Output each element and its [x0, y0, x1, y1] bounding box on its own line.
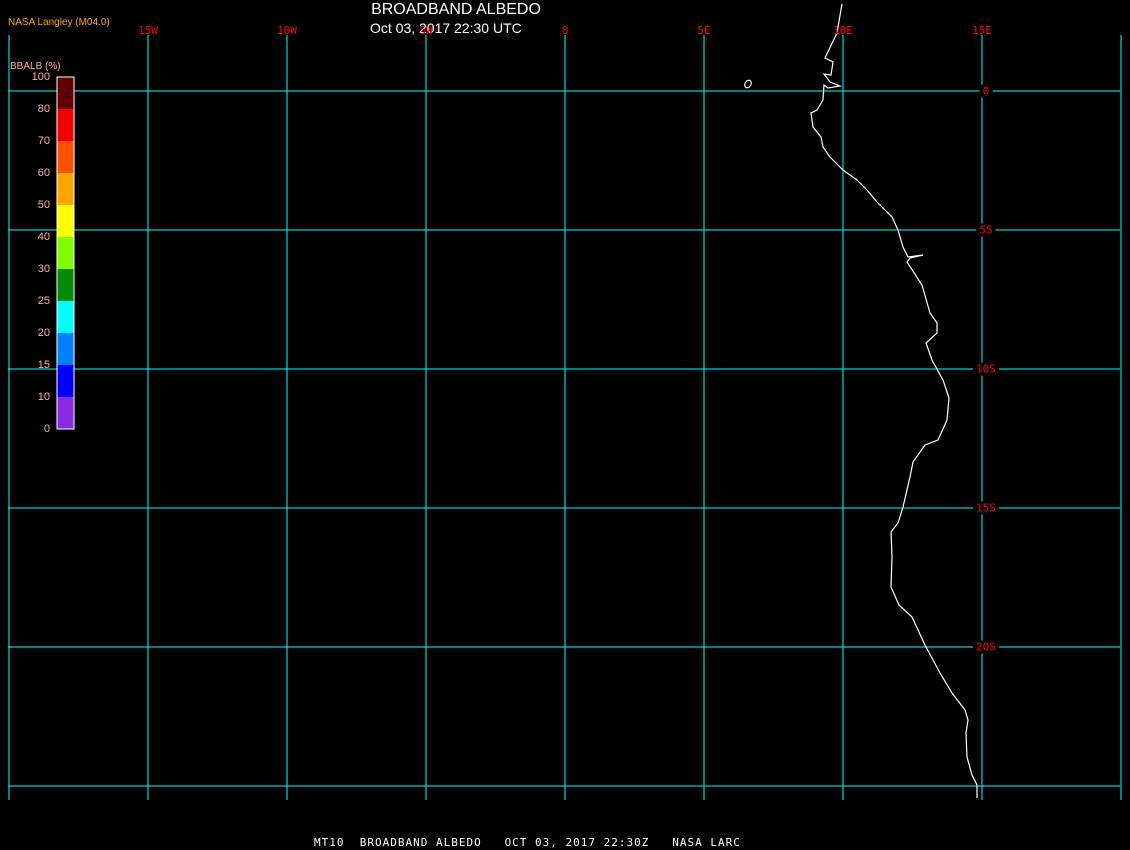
island-outline [744, 79, 752, 89]
map-title: BROADBAND ALBEDO [371, 1, 541, 18]
colorbar-tick-label: 20 [37, 327, 50, 339]
colorbar-tick-label: 70 [37, 135, 50, 147]
longitude-label: 10W [277, 24, 297, 37]
longitude-label: 5E [697, 24, 711, 37]
colorbar-segment [57, 237, 74, 269]
colorbar-tick-label: 10 [37, 391, 50, 403]
latitude-label: 5S [976, 223, 996, 237]
colorbar-segment [57, 141, 74, 173]
colorbar-tick-label: 80 [37, 103, 50, 115]
colorbar-segment [57, 109, 74, 141]
colorbar-segment [57, 205, 74, 237]
map-canvas [8, 3, 1122, 800]
longitude-label: 10E [833, 24, 853, 37]
footer-caption: MT10 BROADBAND ALBEDO OCT 03, 2017 22:30… [314, 836, 741, 849]
colorbar-tick-label: 0 [43, 423, 50, 435]
colorbar-segment [57, 77, 74, 109]
colorbar-tick-label: 50 [37, 199, 50, 211]
colorbar-tick-label: 40 [37, 231, 50, 243]
colorbar-tick-label: 60 [37, 167, 50, 179]
colorbar-segment [57, 173, 74, 205]
colorbar-tick-label: 25 [37, 295, 50, 307]
credit-label: NASA Langley (M04.0) [8, 17, 110, 28]
colorbar-segment [57, 301, 74, 333]
longitude-label: 15W [138, 24, 158, 37]
longitude-label: 15E [972, 24, 992, 37]
map-timestamp: Oct 03, 2017 22:30 UTC [370, 20, 522, 36]
coastline [810, 3, 978, 798]
colorbar-segment [57, 365, 74, 397]
colorbar-tick-label: 15 [37, 359, 50, 371]
latitude-label: 20S [973, 640, 999, 654]
latitude-label: 0 [979, 84, 993, 98]
latitude-label: 15S [973, 501, 999, 515]
colorbar-tick-label: 30 [37, 263, 50, 275]
colorbar-segment [57, 397, 74, 429]
colorbar-tick-label: 100 [31, 71, 50, 83]
colorbar-segment [57, 269, 74, 301]
latitude-label: 10S [973, 362, 999, 376]
longitude-label: 0 [561, 24, 569, 37]
colorbar-segment [57, 333, 74, 365]
longitude-label: 5W [419, 24, 433, 37]
